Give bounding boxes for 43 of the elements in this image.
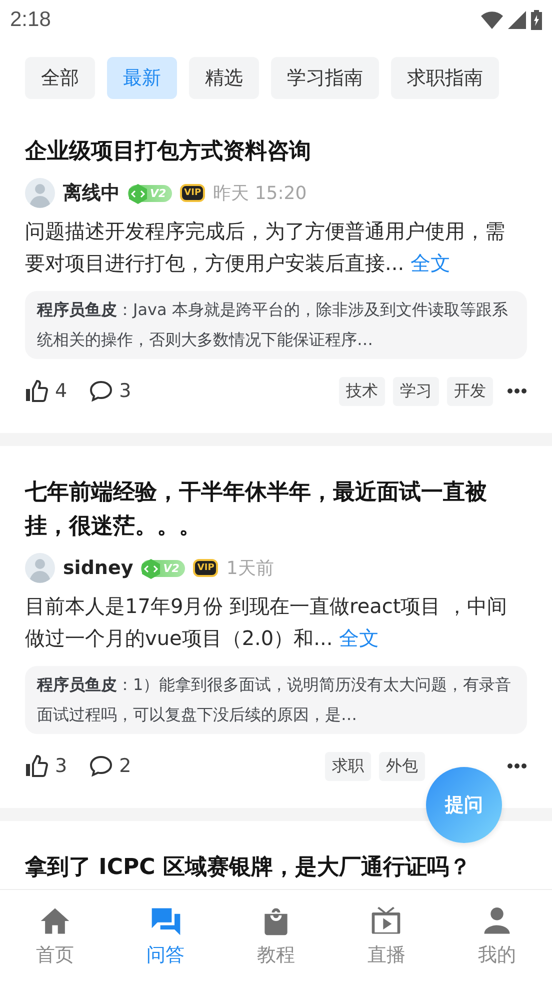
level-badge: V2 [128,184,172,202]
full-text-link[interactable]: 全文 [410,251,450,275]
top-reply: 程序员鱼皮：1）能拿到很多面试，说明简历没有太大问题，有录音面试过程吗，可以复盘下没后续的原因，是… [25,666,527,734]
topic-tag[interactable]: 技术 [339,376,385,406]
post-time: 1天前 [226,557,274,580]
signal-icon [508,11,526,29]
like-count: 3 [55,755,68,777]
top-reply: 程序员鱼皮：Java 本身就是跨平台的，除非涉及到文件读取等跟系统相关的操作，否则大多数情况下能保证程序… [25,291,527,359]
vip-badge: VIP [193,559,218,577]
thumbs-up-icon[interactable] [25,754,49,778]
filter-tab[interactable]: 学习指南 [271,57,379,99]
post-excerpt: 目前本人是17年9月份 到现在一直做react项目 ，中间做过一个月的vue项目（2.0）和... 全文 [25,593,508,652]
topic-tag[interactable]: 学习 [393,376,439,406]
thumbs-up-icon[interactable] [25,379,49,403]
filter-tab[interactable]: 求职指南 [391,57,499,99]
topic-tag[interactable]: 求职 [325,752,371,780]
battery-icon [531,10,542,30]
wifi-icon [481,11,503,29]
comment-icon[interactable] [89,379,114,403]
comment-icon[interactable] [89,754,114,778]
filter-tab[interactable]: 全部 [25,57,95,99]
vip-badge: VIP [180,184,206,202]
post-title[interactable]: 七年前端经验，干半年休半年，最近面试一直被挂，很迷茫。。。 [25,476,527,544]
level-badge: V2 [141,560,186,576]
status-time: 2:18 [10,8,51,32]
avatar-icon [25,178,55,208]
post-title[interactable]: 拿到了 ICPC 区域赛银牌，是大厂通行证吗？ [25,851,527,885]
topic-tag[interactable]: 开发 [447,376,493,406]
full-text-link[interactable]: 全文 [339,626,380,650]
like-count: 4 [55,380,68,402]
more-icon[interactable] [507,388,527,394]
more-icon[interactable] [507,763,527,769]
filter-tab[interactable]: 精选 [189,57,259,99]
author-name[interactable]: sidney [63,557,134,579]
post-title[interactable]: 企业级项目打包方式资料咨询 [25,135,527,169]
nav-tab[interactable]: 问答 [110,890,221,981]
avatar-icon [25,553,55,583]
author-name[interactable]: 离线中 [63,180,120,206]
topic-tag[interactable]: 外包 [379,752,425,780]
comment-count: 3 [119,380,132,402]
post-time: 昨天 15:20 [213,182,307,205]
comment-count: 2 [119,755,132,777]
post-excerpt: 问题描述开发程序完成后，为了方便普通用户使用，需要对项目进行打包，方便用户安装后直接... 全文 [25,218,506,277]
